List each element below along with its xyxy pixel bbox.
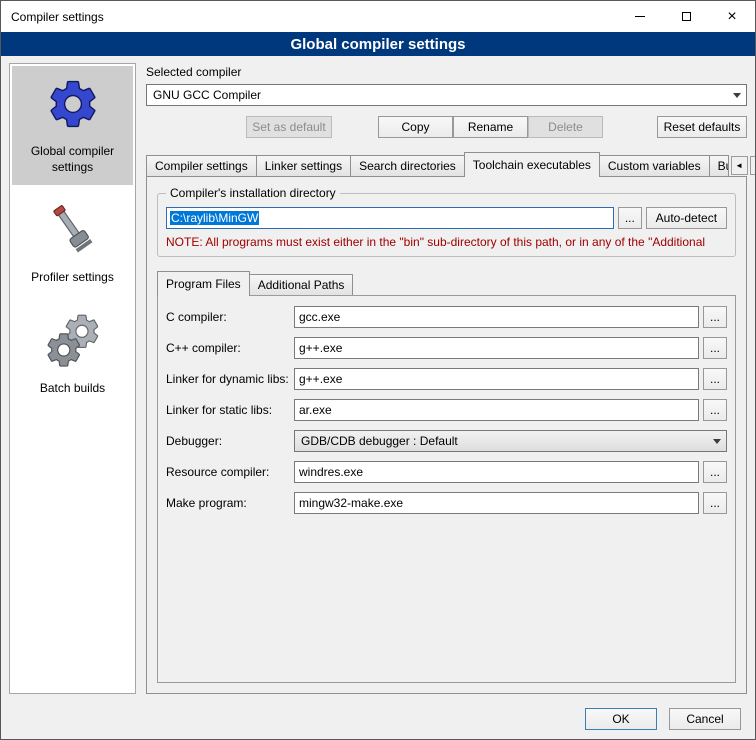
set-as-default-button: Set as default — [246, 116, 332, 138]
profiler-tool-icon — [45, 202, 101, 258]
delete-button: Delete — [528, 116, 603, 138]
static-linker-label: Linker for static libs: — [166, 403, 294, 417]
settings-category-list: Global compiler settings Profiler settin… — [9, 63, 136, 694]
bin-subdirectory-note: NOTE: All programs must exist either in … — [166, 235, 727, 249]
cpp-compiler-browse-button[interactable]: ... — [703, 337, 727, 359]
cpp-compiler-row: C++ compiler: ... — [166, 337, 727, 359]
browse-directory-button[interactable]: ... — [618, 207, 642, 229]
program-files-panel: C compiler: ... C++ compiler: ... Linker… — [157, 295, 736, 683]
debugger-label: Debugger: — [166, 434, 294, 448]
toolchain-executables-panel: Compiler's installation directory C:\ray… — [146, 176, 747, 694]
compiler-action-buttons: Set as default Copy Rename Delete Reset … — [146, 116, 747, 138]
installation-directory-input[interactable]: C:\raylib\MinGW — [166, 207, 614, 229]
close-button[interactable]: × — [709, 1, 755, 32]
close-icon: × — [727, 9, 736, 25]
arrow-left-icon: ◄ — [735, 161, 743, 170]
minimize-icon — [635, 16, 645, 17]
dialog-footer: OK Cancel — [1, 699, 755, 739]
static-linker-browse-button[interactable]: ... — [703, 399, 727, 421]
sidebar-item-label: Profiler settings — [31, 270, 114, 286]
settings-tab-strip: Compiler settings Linker settings Search… — [146, 152, 747, 176]
resource-compiler-input[interactable] — [294, 461, 699, 483]
sidebar-item-label: Global compiler settings — [15, 144, 130, 175]
auto-detect-button[interactable]: Auto-detect — [646, 207, 727, 229]
c-compiler-label: C compiler: — [166, 310, 294, 324]
compiler-settings-dialog: Compiler settings × Global compiler sett… — [0, 0, 756, 740]
tab-scroll-controls: ◄ ► — [731, 156, 756, 176]
dynamic-linker-row: Linker for dynamic libs: ... — [166, 368, 727, 390]
sidebar-item-global-compiler-settings[interactable]: Global compiler settings — [12, 66, 133, 185]
selected-compiler-value: GNU GCC Compiler — [153, 88, 728, 102]
installation-directory-group-title: Compiler's installation directory — [166, 186, 340, 200]
rename-button[interactable]: Rename — [453, 116, 528, 138]
dynamic-linker-input[interactable] — [294, 368, 699, 390]
c-compiler-browse-button[interactable]: ... — [703, 306, 727, 328]
debugger-value: GDB/CDB debugger : Default — [301, 434, 708, 448]
debugger-dropdown[interactable]: GDB/CDB debugger : Default — [294, 430, 727, 452]
dynamic-linker-label: Linker for dynamic libs: — [166, 372, 294, 386]
make-program-label: Make program: — [166, 496, 294, 510]
gray-gears-icon — [45, 313, 101, 369]
static-linker-row: Linker for static libs: ... — [166, 399, 727, 421]
cancel-button[interactable]: Cancel — [669, 708, 741, 730]
chevron-down-icon — [728, 85, 746, 105]
titlebar: Compiler settings × — [1, 1, 755, 32]
sidebar-item-batch-builds[interactable]: Batch builds — [12, 303, 133, 407]
c-compiler-row: C compiler: ... — [166, 306, 727, 328]
sidebar-item-label: Batch builds — [40, 381, 105, 397]
tab-compiler-settings[interactable]: Compiler settings — [146, 155, 257, 176]
sidebar-item-profiler-settings[interactable]: Profiler settings — [12, 192, 133, 296]
make-program-input[interactable] — [294, 492, 699, 514]
reset-defaults-button[interactable]: Reset defaults — [657, 116, 747, 138]
copy-button[interactable]: Copy — [378, 116, 453, 138]
tab-custom-variables[interactable]: Custom variables — [599, 155, 710, 176]
maximize-icon — [682, 12, 691, 21]
ok-button[interactable]: OK — [585, 708, 657, 730]
c-compiler-input[interactable] — [294, 306, 699, 328]
program-files-tab-strip: Program Files Additional Paths — [157, 271, 736, 295]
window-title: Compiler settings — [11, 10, 104, 24]
subtab-additional-paths[interactable]: Additional Paths — [249, 274, 354, 295]
debugger-row: Debugger: GDB/CDB debugger : Default — [166, 430, 727, 452]
installation-directory-row: C:\raylib\MinGW ... Auto-detect — [166, 207, 727, 229]
make-program-browse-button[interactable]: ... — [703, 492, 727, 514]
installation-directory-selected-text: C:\raylib\MinGW — [170, 211, 259, 225]
cpp-compiler-label: C++ compiler: — [166, 341, 294, 355]
chevron-down-icon — [708, 431, 726, 451]
selected-compiler-dropdown[interactable]: GNU GCC Compiler — [146, 84, 747, 106]
window-controls: × — [617, 1, 755, 32]
subtab-program-files[interactable]: Program Files — [157, 271, 250, 296]
resource-compiler-row: Resource compiler: ... — [166, 461, 727, 483]
tab-build-options-clipped[interactable]: Buil — [709, 155, 729, 176]
resource-compiler-label: Resource compiler: — [166, 465, 294, 479]
minimize-button[interactable] — [617, 1, 663, 32]
static-linker-input[interactable] — [294, 399, 699, 421]
dialog-content: Global compiler settings Profiler settin… — [1, 56, 755, 699]
tab-scroll-left-button[interactable]: ◄ — [731, 156, 748, 175]
dialog-header-banner: Global compiler settings — [1, 32, 755, 56]
make-program-row: Make program: ... — [166, 492, 727, 514]
tab-linker-settings[interactable]: Linker settings — [256, 155, 351, 176]
resource-compiler-browse-button[interactable]: ... — [703, 461, 727, 483]
maximize-button[interactable] — [663, 1, 709, 32]
selected-compiler-label: Selected compiler — [146, 65, 747, 79]
blue-gear-icon — [45, 76, 101, 132]
tab-search-directories[interactable]: Search directories — [350, 155, 465, 176]
tab-scroll-right-button[interactable]: ► — [750, 156, 756, 175]
dynamic-linker-browse-button[interactable]: ... — [703, 368, 727, 390]
main-panel: Selected compiler GNU GCC Compiler Set a… — [146, 63, 747, 694]
tab-toolchain-executables[interactable]: Toolchain executables — [464, 152, 600, 177]
cpp-compiler-input[interactable] — [294, 337, 699, 359]
installation-directory-group: Compiler's installation directory C:\ray… — [157, 193, 736, 257]
